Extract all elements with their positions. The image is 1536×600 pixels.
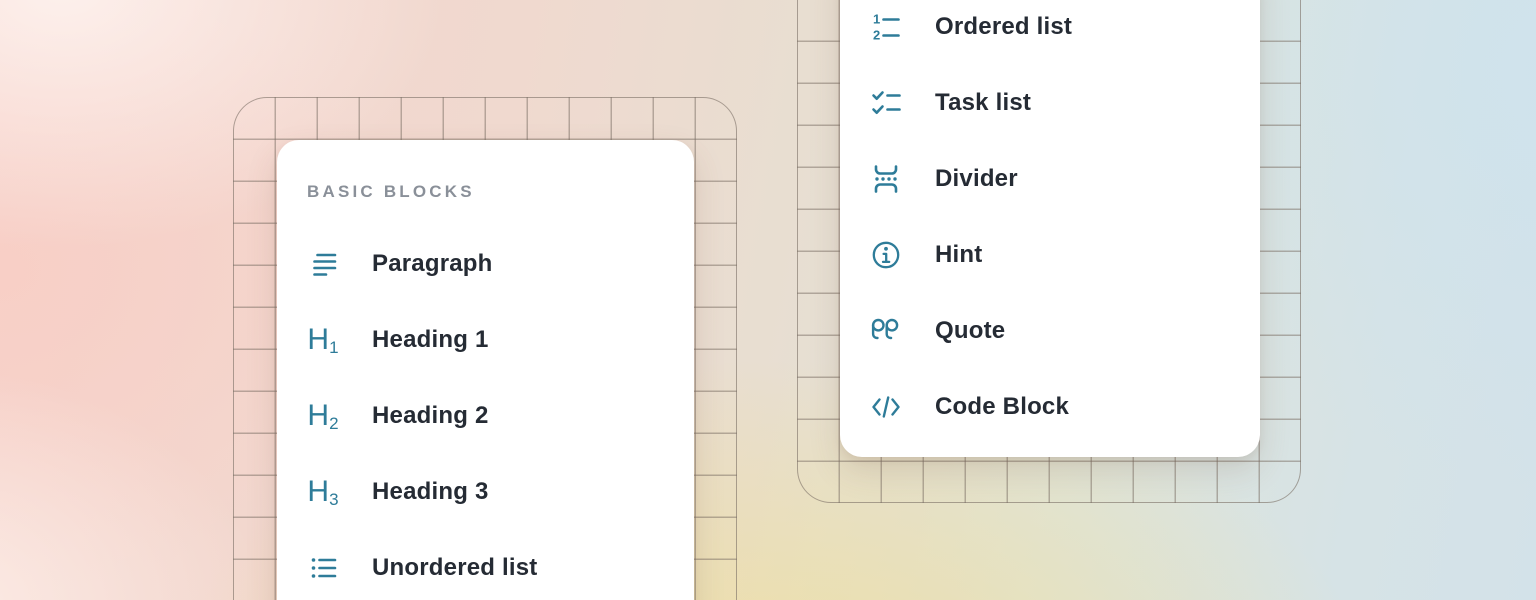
- insert-blocks-menu: 12 Ordered list Task list Divider Hint Q…: [840, 0, 1260, 457]
- section-label: BASIC BLOCKS: [307, 180, 694, 204]
- hero-background: BASIC BLOCKS Paragraph H1 Heading 1 H2 Headi…: [0, 0, 1536, 600]
- menu-item-label: Heading 1: [372, 326, 489, 354]
- heading-3-icon: H3: [307, 476, 339, 508]
- svg-text:1: 1: [873, 12, 880, 27]
- menu-item-task-list[interactable]: Task list: [840, 65, 1260, 141]
- paragraph-icon: [307, 248, 339, 280]
- menu-item-label: Hint: [935, 241, 982, 269]
- heading-2-icon: H2: [307, 400, 339, 432]
- menu-item-code-block[interactable]: Code Block: [840, 369, 1260, 445]
- heading-1-icon: H1: [307, 324, 339, 356]
- quote-icon: [870, 315, 902, 347]
- menu-item-unordered-list[interactable]: Unordered list: [277, 530, 694, 600]
- unordered-list-icon: [307, 552, 339, 584]
- menu-item-label: Code Block: [935, 393, 1069, 421]
- menu-list-left: Paragraph H1 Heading 1 H2 Heading 2 H3 Heading…: [277, 226, 694, 600]
- ordered-list-icon: 12: [870, 11, 902, 43]
- menu-item-label: Ordered list: [935, 13, 1072, 41]
- menu-item-label: Heading 2: [372, 402, 489, 430]
- menu-item-label: Paragraph: [372, 250, 493, 278]
- menu-item-heading-1[interactable]: H1 Heading 1: [277, 302, 694, 378]
- task-list-icon: [870, 87, 902, 119]
- menu-item-label: Unordered list: [372, 554, 538, 582]
- menu-item-quote[interactable]: Quote: [840, 293, 1260, 369]
- menu-item-hint[interactable]: Hint: [840, 217, 1260, 293]
- menu-item-divider[interactable]: Divider: [840, 141, 1260, 217]
- menu-item-label: Quote: [935, 317, 1005, 345]
- menu-item-ordered-list[interactable]: 12 Ordered list: [840, 0, 1260, 65]
- menu-item-label: Divider: [935, 165, 1018, 193]
- hint-icon: [870, 239, 902, 271]
- menu-item-label: Task list: [935, 89, 1031, 117]
- basic-blocks-menu: BASIC BLOCKS Paragraph H1 Heading 1 H2 Headi…: [277, 140, 694, 600]
- menu-item-heading-3[interactable]: H3 Heading 3: [277, 454, 694, 530]
- svg-text:2: 2: [873, 28, 880, 43]
- code-block-icon: [870, 391, 902, 423]
- menu-list-right: 12 Ordered list Task list Divider Hint Q…: [840, 0, 1260, 445]
- divider-icon: [870, 163, 902, 195]
- menu-item-label: Heading 3: [372, 478, 489, 506]
- menu-item-paragraph[interactable]: Paragraph: [277, 226, 694, 302]
- menu-item-heading-2[interactable]: H2 Heading 2: [277, 378, 694, 454]
